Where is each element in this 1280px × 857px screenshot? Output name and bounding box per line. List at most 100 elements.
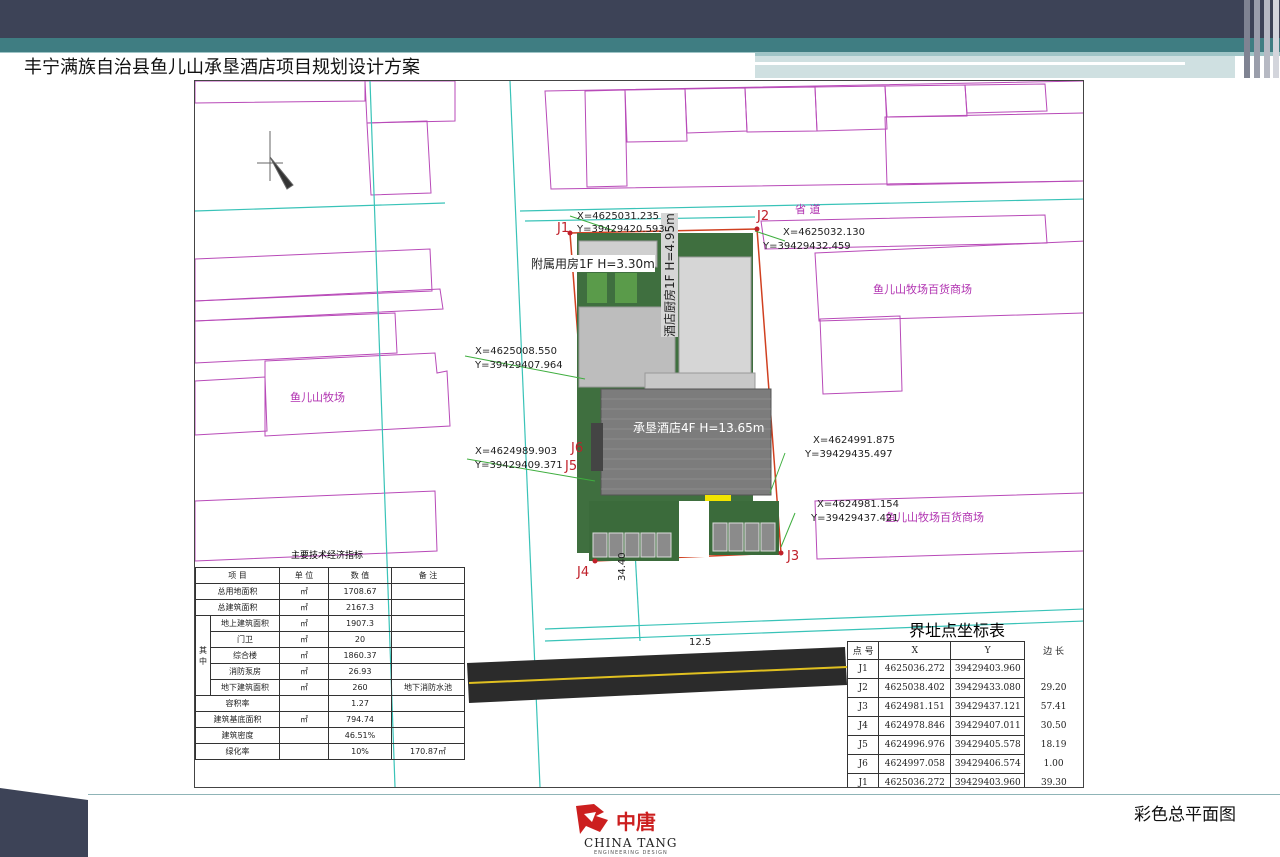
- header-right-line: [755, 62, 1185, 65]
- parking-space: [592, 532, 608, 558]
- table-header: Y: [950, 641, 1026, 660]
- green-patch: [615, 273, 637, 303]
- point-label-j1: J1: [557, 221, 570, 236]
- table-cell: [279, 743, 329, 760]
- table-cell: J5: [846, 735, 880, 755]
- boundary-line: [195, 202, 446, 212]
- table-cell: [391, 647, 465, 664]
- parking-space: [760, 522, 776, 552]
- table-cell: ㎡: [279, 615, 329, 632]
- boundary-point: [754, 226, 760, 232]
- coord-table: 点 号 X Y 边 长 J1 4625036.272 39429403.960 …: [846, 641, 1083, 788]
- page-title: 丰宁满族自治县鱼儿山承垦酒店项目规划设计方案: [24, 57, 420, 78]
- table-cell: ㎡: [279, 599, 329, 616]
- table-cell: 39429433.080: [950, 678, 1026, 698]
- parcel: [624, 88, 688, 143]
- table-cell: 建筑基底面积: [195, 711, 280, 728]
- table-cell: 794.74: [328, 711, 392, 728]
- table-row: J1 4625036.272 39429403.960: [846, 659, 1083, 679]
- site-plan: 省 道 附属用房1F H=3.30m 酒店厨房1F H=4.95m 承垦酒店4F…: [194, 80, 1084, 788]
- table-cell: 消防泵房: [210, 663, 280, 680]
- ranch-label: 鱼儿山牧场: [290, 391, 345, 404]
- point-label-j3: J3: [787, 549, 800, 564]
- coord-label: X=4625032.130: [783, 227, 866, 238]
- point-label-j2: J2: [757, 209, 770, 224]
- leader-line: [780, 512, 796, 548]
- table-header: 备 注: [391, 567, 465, 584]
- table-cell: 170.87㎡: [391, 743, 465, 760]
- green-patch: [587, 273, 607, 303]
- logo-mark-icon: [576, 804, 608, 834]
- coord-table-title: 界址点坐标表: [909, 621, 1006, 640]
- table-cell: 4625038.402: [878, 678, 952, 698]
- table-cell: 1.00: [1043, 759, 1064, 769]
- road-label: 省 道: [795, 203, 821, 216]
- table-cell: 46.51%: [328, 727, 392, 744]
- table-cell: 综合楼: [210, 647, 280, 664]
- table-row: 容积率 1.27: [195, 695, 465, 712]
- table-cell: 39429403.960: [950, 773, 1026, 787]
- stair-block: [591, 423, 603, 471]
- table-cell: J4: [846, 716, 880, 736]
- header-right-bar: [755, 56, 1235, 78]
- market-label: 鱼儿山牧场百货商场: [873, 283, 972, 296]
- parcel: [744, 86, 818, 133]
- header-deco-bar: [1264, 0, 1270, 78]
- table-header: 项 目: [195, 567, 280, 584]
- parcel: [884, 112, 1083, 186]
- company-logo: 中唐 CHINA TANG ENGINEERING DESIGN: [572, 800, 682, 857]
- table-cell: J2: [846, 678, 880, 698]
- parcel: [195, 248, 433, 302]
- table-cell: ㎡: [279, 583, 329, 600]
- table-cell: [391, 695, 465, 712]
- table-row: 总用地面积 ㎡ 1708.67: [195, 583, 465, 600]
- table-cell: 4624981.151: [878, 697, 952, 717]
- table-cell: 地上建筑面积: [210, 615, 280, 632]
- parking-space: [656, 532, 672, 558]
- table-row: 消防泵房 ㎡ 26.93: [196, 663, 465, 680]
- table-cell: 2167.3: [328, 599, 392, 616]
- parcel: [364, 81, 456, 124]
- table-cell: J1: [846, 773, 880, 787]
- parcel: [366, 120, 432, 196]
- table-row: 地下建筑面积 ㎡ 260 地下消防水池: [196, 679, 465, 696]
- boundary-point: [592, 558, 598, 564]
- table-cell: 30.50: [1040, 721, 1067, 731]
- table-cell: 总建筑面积: [195, 599, 280, 616]
- header-deco-bar: [1254, 0, 1260, 78]
- coord-label: Y=39429420.593: [577, 224, 665, 235]
- table-cell: 39429405.578: [950, 735, 1026, 755]
- table-header: X: [878, 641, 952, 660]
- table-cell: 10%: [328, 743, 392, 760]
- table-row: 其中 地上建筑面积 ㎡ 1907.3: [195, 615, 465, 696]
- table-cell: 总用地面积: [195, 583, 280, 600]
- table-cell: 39.30: [1040, 778, 1067, 788]
- point-label-j4: J4: [577, 565, 590, 580]
- parcel: [195, 81, 366, 104]
- table-header: 数 值: [328, 567, 392, 584]
- leader-line: [754, 230, 786, 242]
- table-cell: [391, 631, 465, 648]
- table-cell: ㎡: [279, 679, 329, 696]
- table-cell: 建筑密度: [195, 727, 280, 744]
- parking-space: [640, 532, 656, 558]
- table-cell: 57.41: [1040, 702, 1067, 712]
- parking-space: [728, 522, 744, 552]
- table-row: 建筑密度 46.51%: [195, 727, 465, 744]
- logo-text-cn: 中唐: [616, 810, 656, 834]
- table-cell: [279, 695, 329, 712]
- table-cell: [391, 727, 465, 744]
- table-cell: 39429406.574: [950, 754, 1026, 774]
- table-cell: 18.19: [1040, 740, 1067, 750]
- table-row: J5 4624996.976 39429405.578 18.19: [846, 735, 1083, 755]
- dimension-line: [634, 550, 641, 642]
- table-cell: 1860.37: [328, 647, 392, 664]
- table-cell: ㎡: [279, 647, 329, 664]
- table-cell: J1: [846, 659, 880, 679]
- table-cell: 29.20: [1040, 683, 1067, 693]
- table-row: 门卫 ㎡ 20: [196, 631, 465, 648]
- market-label: 鱼儿山牧场百货商场: [885, 511, 984, 524]
- table-cell: 地下建筑面积: [210, 679, 280, 696]
- point-label-j5: J5: [565, 459, 578, 474]
- footer-rule: [84, 794, 1280, 795]
